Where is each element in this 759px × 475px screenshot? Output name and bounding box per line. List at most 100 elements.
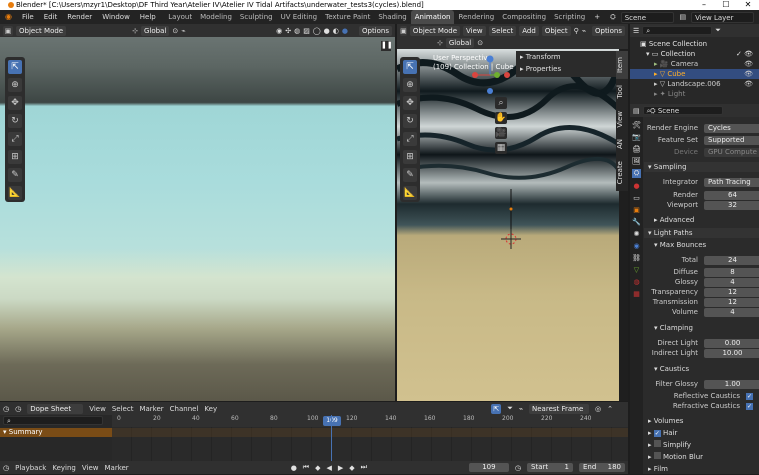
- snap-icon[interactable]: ⌁: [181, 27, 185, 35]
- cursor-tool-icon[interactable]: ⊕: [8, 78, 22, 92]
- scale-tool-icon[interactable]: ⤢: [8, 132, 22, 146]
- outliner-item-collection[interactable]: ▾ ▭ Collection ✓ 👁: [630, 49, 759, 59]
- record-icon[interactable]: ●: [291, 464, 297, 472]
- blender-menu-icon[interactable]: ◉: [0, 10, 17, 24]
- texture-tab-icon[interactable]: ▦: [633, 290, 640, 298]
- maximize-icon[interactable]: ☐: [715, 0, 737, 10]
- direct-light-field[interactable]: 0.00: [704, 338, 759, 348]
- physics-tab-icon[interactable]: ◉: [633, 242, 639, 250]
- film-panel-header[interactable]: ▸ Film: [644, 464, 759, 474]
- tab-layout[interactable]: Layout: [164, 10, 196, 24]
- pivot-icon[interactable]: ⊙: [172, 27, 178, 35]
- total-bounces-field[interactable]: 24: [704, 255, 759, 265]
- outliner-item-landscape[interactable]: ▸ ▽ Landscape.006 👁: [630, 79, 759, 89]
- timeline-type-icon[interactable]: ◷: [3, 464, 9, 472]
- tab-tool[interactable]: Tool: [616, 79, 628, 105]
- left-viewport[interactable]: ▣ Object Mode ⊹ Global ⊙ ⌁ ◉ ✣ ◍ ▨ ◯ ● ◐…: [0, 24, 395, 401]
- annotate-tool-icon[interactable]: ✎: [8, 168, 22, 182]
- start-frame-field[interactable]: Start 1: [527, 463, 573, 472]
- object-menu[interactable]: Object: [541, 25, 571, 36]
- max-bounces-subpanel-header[interactable]: ▾ Max Bounces: [644, 240, 759, 250]
- play-icon[interactable]: ▶: [338, 464, 343, 472]
- jump-start-icon[interactable]: ⏮: [303, 463, 309, 472]
- tab-animation[interactable]: Animation: [410, 10, 455, 24]
- collection-tab-icon[interactable]: ▭: [633, 194, 640, 202]
- xray-icon[interactable]: ▨: [303, 27, 310, 35]
- jump-end-icon[interactable]: ⏭: [361, 463, 367, 472]
- properties-type-icon[interactable]: ▤: [633, 107, 640, 115]
- simplify-panel-header[interactable]: ▸ Simplify: [644, 440, 759, 450]
- diffuse-bounces-field[interactable]: 8: [704, 267, 759, 277]
- ds-menu-select[interactable]: Select: [112, 402, 134, 416]
- glossy-bounces-field[interactable]: 4: [704, 277, 759, 287]
- render-engine-select[interactable]: Cycles: [704, 123, 759, 133]
- material-shading-icon[interactable]: ◐: [333, 27, 339, 35]
- constraints-tab-icon[interactable]: ⛓: [632, 254, 641, 262]
- advanced-subpanel-header[interactable]: ▸ Advanced: [644, 215, 759, 225]
- select-menu[interactable]: Select: [488, 25, 517, 36]
- pb-menu-keying[interactable]: Keying: [52, 461, 76, 475]
- menu-window[interactable]: Window: [97, 10, 135, 24]
- proportional-icon[interactable]: ◎: [595, 405, 601, 413]
- close-icon[interactable]: ✕: [737, 0, 759, 10]
- snap-icon[interactable]: ⌁: [582, 27, 586, 35]
- grid-view-icon[interactable]: ▦: [495, 142, 507, 154]
- filter-icon[interactable]: ⏷: [715, 26, 721, 35]
- transform-tool-icon[interactable]: ⊞: [403, 150, 417, 164]
- select-tool-icon[interactable]: ⇱: [8, 60, 22, 74]
- pan-hand-icon[interactable]: ✋: [495, 112, 507, 124]
- tab-modeling[interactable]: Modeling: [196, 10, 236, 24]
- caustics-subpanel-header[interactable]: ▾ Caustics: [644, 364, 759, 374]
- left-options-button[interactable]: Options: [358, 25, 392, 36]
- outliner-item-camera[interactable]: ▸ 🎥 Camera 👁: [630, 59, 759, 69]
- menu-edit[interactable]: Edit: [39, 10, 63, 24]
- indirect-light-field[interactable]: 10.00: [704, 348, 759, 358]
- hair-checkbox[interactable]: ✓: [653, 430, 661, 437]
- playhead-frame-indicator[interactable]: 109: [323, 416, 341, 426]
- outliner-item-scene-collection[interactable]: ▣ Scene Collection: [630, 39, 759, 49]
- channel-search-input[interactable]: ⌕: [3, 416, 103, 425]
- properties-panel-header[interactable]: ▸ Properties: [516, 63, 616, 75]
- snap-icon[interactable]: ⌁: [519, 405, 523, 413]
- timeline-ruler[interactable]: 0 20 40 60 80 100 120 140 160 180 200 22…: [112, 415, 628, 427]
- camera-view-icon[interactable]: 🎥: [495, 127, 507, 139]
- zoom-icon[interactable]: ⌕: [495, 97, 507, 109]
- sampling-panel-header[interactable]: ▾ Sampling: [644, 162, 759, 172]
- rotate-tool-icon[interactable]: ↻: [8, 114, 22, 128]
- menu-help[interactable]: Help: [135, 10, 161, 24]
- menu-render[interactable]: Render: [62, 10, 97, 24]
- summary-channel[interactable]: ▾ Summary: [0, 428, 112, 437]
- solid-shading-icon[interactable]: ●: [324, 27, 330, 35]
- visibility-icon[interactable]: ◉: [276, 27, 282, 35]
- right-options-button[interactable]: Options: [591, 25, 625, 36]
- tab-scripting[interactable]: Scripting: [550, 10, 589, 24]
- minimize-icon[interactable]: –: [693, 0, 715, 10]
- pause-render-icon[interactable]: ❚❚: [381, 41, 393, 51]
- motion-blur-panel-header[interactable]: ▸ Motion Blur: [644, 452, 759, 462]
- transmission-bounces-field[interactable]: 12: [704, 297, 759, 307]
- snap-mode-select[interactable]: Nearest Frame: [529, 403, 590, 414]
- move-tool-icon[interactable]: ✥: [403, 96, 417, 110]
- reflective-caustics-checkbox[interactable]: ✓: [746, 392, 753, 400]
- scene-tab-icon[interactable]: ⛭: [631, 169, 642, 178]
- ds-menu-channel[interactable]: Channel: [170, 402, 199, 416]
- next-keyframe-icon[interactable]: ◆: [349, 464, 354, 472]
- mode-select[interactable]: Object Mode: [409, 25, 461, 36]
- tab-create[interactable]: Create: [616, 155, 628, 190]
- tool-tab-icon[interactable]: 🛠: [632, 121, 641, 129]
- cursor-tool-icon[interactable]: ⊕: [403, 78, 417, 92]
- current-frame-field[interactable]: 109: [468, 463, 509, 472]
- pb-menu-playback[interactable]: Playback: [15, 461, 46, 475]
- view-menu[interactable]: View: [463, 25, 486, 36]
- play-reverse-icon[interactable]: ◀: [327, 464, 332, 472]
- only-selected-icon[interactable]: ⇱: [491, 403, 502, 414]
- light-paths-panel-header[interactable]: ▾ Light Paths: [644, 228, 759, 238]
- orientation-select[interactable]: Global: [445, 38, 475, 48]
- ds-menu-key[interactable]: Key: [204, 402, 217, 416]
- transform-panel-header[interactable]: ▸ Transform: [516, 51, 616, 63]
- device-select[interactable]: GPU Compute: [704, 147, 759, 157]
- move-tool-icon[interactable]: ✥: [8, 96, 22, 110]
- view-layer-tab-icon[interactable]: 🖼: [632, 157, 641, 165]
- overlay-icon[interactable]: ◍: [294, 27, 300, 35]
- material-tab-icon[interactable]: ◍: [633, 278, 639, 286]
